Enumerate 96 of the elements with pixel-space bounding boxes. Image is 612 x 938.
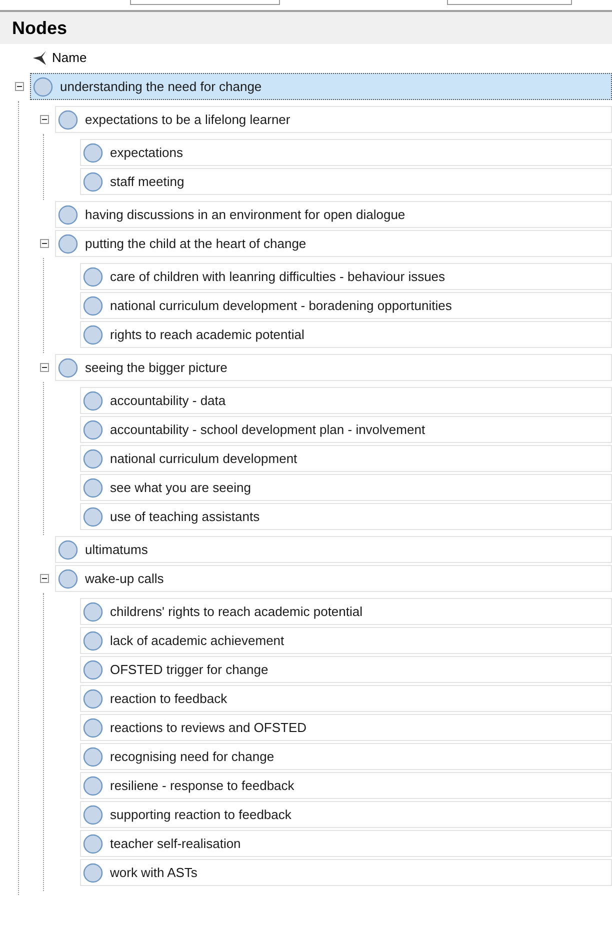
collapse-button[interactable] (40, 115, 48, 124)
circle-icon (83, 266, 103, 286)
circle-icon (83, 688, 103, 708)
node-name: OFSTED trigger for change (110, 660, 268, 679)
circle-icon (83, 296, 103, 316)
node-name: accountability - school development plan - involvement (110, 420, 426, 439)
tree-node[interactable]: work with ASTs (80, 859, 612, 886)
node-name: care of children with leanring difficulties - behaviour issues (110, 268, 446, 286)
node-name: national curriculum development (110, 450, 298, 468)
minus-icon (42, 117, 46, 122)
node-name: work with ASTs (110, 864, 198, 882)
circle-icon (58, 204, 78, 224)
pin-icon (32, 50, 48, 66)
tree-node[interactable]: having discussions in an environment for open dialogue (55, 201, 612, 228)
tree-node[interactable]: national curriculum development - boradening opportunities (80, 292, 612, 319)
node-name: reaction to feedback (110, 690, 228, 708)
tree-node[interactable]: teacher self-realisation (80, 830, 612, 857)
node-name: putting the child at the heart of change (85, 234, 306, 253)
circle-icon (83, 834, 103, 854)
tree-node[interactable]: OFSTED trigger for change (80, 656, 612, 683)
circle-icon (33, 76, 53, 96)
tree-node[interactable]: expectations (80, 139, 612, 166)
node-name: expectations to be a lifelong learner (85, 110, 290, 129)
tree-node[interactable]: ultimatums (55, 536, 612, 563)
circle-icon (83, 660, 103, 680)
tree-node[interactable]: understanding the need for change (30, 73, 612, 100)
minus-icon (42, 365, 46, 370)
node-name: accountability - data (110, 392, 226, 410)
tree-node[interactable]: national curriculum development (80, 445, 612, 472)
circle-icon (83, 718, 103, 738)
tree-node[interactable]: use of teaching assistants (80, 503, 612, 530)
circle-icon (83, 506, 103, 526)
circle-icon (58, 234, 78, 254)
collapse-button[interactable] (40, 574, 48, 583)
tree-node[interactable]: resiliene - response to feedback (80, 772, 612, 799)
circle-icon (83, 746, 103, 766)
node-name: staff meeting (110, 172, 184, 191)
node-name: resiliene - response to feedback (110, 776, 294, 795)
node-name: see what you are seeing (110, 478, 251, 497)
collapse-button[interactable] (14, 82, 24, 91)
minus-icon (16, 84, 22, 89)
circle-icon (83, 862, 103, 882)
column-header[interactable]: Name (52, 48, 87, 68)
tree-node[interactable]: care of children with leanring difficulties - behaviour issues (80, 263, 612, 290)
node-name: understanding the need for change (60, 78, 262, 96)
circle-icon (83, 390, 103, 410)
node-name: use of teaching assistants (110, 508, 260, 526)
minus-icon (42, 241, 46, 246)
circle-icon (83, 172, 103, 192)
tree-node[interactable]: expectations to be a lifelong learner (55, 106, 612, 133)
input-field[interactable] (447, 0, 572, 5)
node-name: having discussions in an environment for open dialogue (85, 206, 406, 224)
tree-node[interactable]: wake-up calls (55, 565, 612, 592)
tree-node[interactable]: staff meeting (80, 168, 612, 195)
node-name: seeing the bigger picture (85, 358, 228, 377)
tree-node[interactable]: putting the child at the heart of change (55, 230, 612, 257)
circle-icon (83, 448, 103, 468)
tree-node[interactable]: supporting reaction to feedback (80, 801, 612, 828)
circle-icon (83, 630, 103, 650)
tree-node[interactable]: accountability - school development plan - involvement (80, 416, 612, 443)
node-name: teacher self-realisation (110, 834, 241, 853)
node-name: wake-up calls (85, 570, 164, 588)
node-name: recognising need for change (110, 748, 274, 766)
circle-icon (58, 568, 78, 588)
collapse-button[interactable] (40, 363, 48, 372)
minus-icon (42, 576, 46, 581)
tree-node[interactable]: childrens' rights to reach academic potential (80, 598, 612, 625)
tree-node[interactable]: reactions to reviews and OFSTED (80, 714, 612, 741)
node-name: national curriculum development - boradening opportunities (110, 296, 452, 315)
input-field[interactable] (130, 0, 280, 5)
panel-title: Nodes (12, 16, 68, 40)
node-name: rights to reach academic potential (110, 326, 304, 344)
collapse-button[interactable] (40, 239, 48, 248)
tree-node[interactable]: reaction to feedback (80, 685, 612, 712)
circle-icon (58, 540, 78, 560)
circle-icon (83, 776, 103, 796)
tree-node[interactable]: seeing the bigger picture (55, 354, 612, 381)
tree-node[interactable]: lack of academic achievement (80, 627, 612, 654)
tree-node[interactable]: recognising need for change (80, 743, 612, 770)
node-name: expectations (110, 144, 183, 162)
tree-node[interactable]: see what you are seeing (80, 474, 612, 501)
circle-icon (83, 804, 103, 824)
node-name: ultimatums (85, 540, 148, 559)
circle-icon (83, 602, 103, 622)
circle-icon (58, 358, 78, 378)
tree-node[interactable]: accountability - data (80, 387, 612, 414)
node-name: supporting reaction to feedback (110, 806, 292, 824)
tree-node[interactable]: rights to reach academic potential (80, 321, 612, 348)
circle-icon (58, 110, 78, 130)
node-name: childrens' rights to reach academic potential (110, 602, 363, 621)
node-name: reactions to reviews and OFSTED (110, 718, 307, 737)
circle-icon (83, 478, 103, 498)
circle-icon (83, 142, 103, 162)
circle-icon (83, 420, 103, 440)
node-name: lack of academic achievement (110, 632, 284, 650)
circle-icon (83, 324, 103, 344)
